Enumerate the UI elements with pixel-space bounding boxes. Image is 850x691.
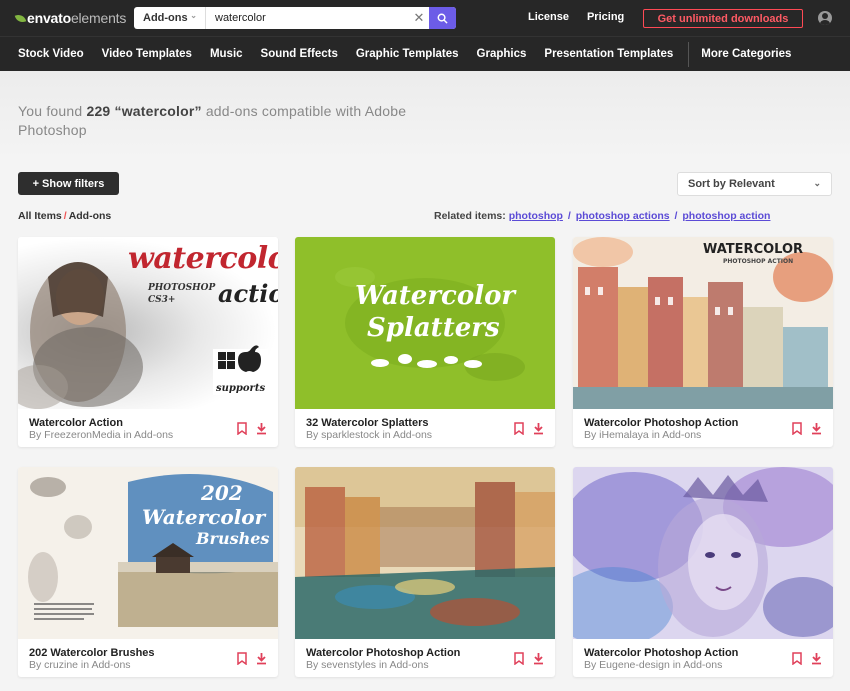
art-supports: supports: [216, 383, 266, 394]
results-prefix: You found: [18, 103, 83, 119]
results-hero: You found 229 “watercolor” add-ons compa…: [0, 71, 850, 161]
art-count: 202: [201, 481, 243, 505]
pricing-link[interactable]: Pricing: [587, 11, 624, 23]
related-link-photoshop-actions[interactable]: photoshop actions: [576, 210, 670, 222]
item-card[interactable]: Watercolor Photoshop Action By Eugene-de…: [573, 467, 833, 677]
related-separator: /: [671, 210, 681, 222]
item-title[interactable]: Watercolor Action: [29, 417, 123, 429]
nav-stock-video[interactable]: Stock Video: [18, 48, 84, 60]
envato-elements-logo[interactable]: envato elements: [14, 10, 127, 26]
related-link-photoshop[interactable]: photoshop: [509, 210, 563, 222]
related-separator: /: [564, 210, 574, 222]
art-title-watercolor: WATERCOLOR: [703, 242, 804, 257]
item-card[interactable]: 202 Watercolor Brushes 202 Watercolor Br…: [18, 467, 278, 677]
top-links: License Pricing: [528, 11, 642, 23]
item-card[interactable]: watercolor action PHOTOSHOP CS3+ support…: [18, 237, 278, 447]
clear-icon[interactable]: ✕: [409, 10, 429, 26]
art-title-brushes: Brushes: [196, 529, 270, 548]
item-author[interactable]: By cruzine in Add-ons: [29, 659, 131, 671]
item-thumbnail[interactable]: watercolor action PHOTOSHOP CS3+ support…: [18, 237, 278, 409]
art-title-splatters: Splatters: [367, 313, 500, 343]
nav-music[interactable]: Music: [210, 48, 243, 60]
venice-watercolor-art: [573, 237, 833, 409]
related-items: Related items: photoshop / photoshop act…: [434, 210, 770, 222]
item-thumbnail[interactable]: Watercolor Splatters: [295, 237, 555, 409]
item-title[interactable]: Watercolor Photoshop Action: [306, 647, 460, 659]
logo-subtext: elements: [70, 10, 127, 26]
item-card[interactable]: Watercolor Photoshop Action By sevenstyl…: [295, 467, 555, 677]
download-icon[interactable]: [811, 652, 822, 665]
art-title-action: action: [218, 279, 278, 308]
art-subtitle: PHOTOSHOP CS3+: [148, 283, 216, 305]
breadcrumb-all-items[interactable]: All Items: [18, 210, 62, 222]
results-summary: You found 229 “watercolor” add-ons compa…: [18, 102, 438, 140]
get-unlimited-downloads-button[interactable]: Get unlimited downloads: [643, 9, 803, 28]
art-title-watercolor: Watercolor: [142, 505, 266, 529]
user-icon[interactable]: [818, 11, 832, 25]
license-link[interactable]: License: [528, 11, 569, 23]
item-card[interactable]: Watercolor Splatters 32 Watercolor Splat…: [295, 237, 555, 447]
item-author[interactable]: By Eugene-design in Add-ons: [584, 659, 722, 671]
download-icon[interactable]: [533, 422, 544, 435]
item-card[interactable]: WATERCOLOR PHOTOSHOP ACTION Watercolor P…: [573, 237, 833, 447]
download-icon[interactable]: [811, 422, 822, 435]
portrait-watercolor-art: [573, 467, 833, 639]
breadcrumb: All Items / Add-ons: [18, 210, 111, 222]
item-author[interactable]: By sparklestock in Add-ons: [306, 429, 432, 441]
related-label: Related items:: [434, 210, 506, 222]
bookmark-icon[interactable]: [514, 652, 524, 665]
item-author[interactable]: By sevenstyles in Add-ons: [306, 659, 429, 671]
bookmark-icon[interactable]: [237, 422, 247, 435]
download-icon[interactable]: [256, 652, 267, 665]
sort-label: Sort by Relevant: [688, 178, 775, 190]
item-title[interactable]: 202 Watercolor Brushes: [29, 647, 155, 659]
bookmark-icon[interactable]: [237, 652, 247, 665]
search-icon: [437, 13, 448, 24]
nav-divider: [688, 41, 690, 67]
breadcrumb-current: Add-ons: [68, 210, 112, 222]
related-link-photoshop-action[interactable]: photoshop action: [682, 210, 770, 222]
nav-video-templates[interactable]: Video Templates: [102, 48, 192, 60]
bookmark-icon[interactable]: [792, 652, 802, 665]
nav-presentation-templates[interactable]: Presentation Templates: [544, 48, 673, 60]
leaf-icon: [14, 12, 27, 24]
show-filters-button[interactable]: + Show filters: [18, 172, 119, 195]
logo-text: envato: [27, 10, 71, 26]
bookmark-icon[interactable]: [514, 422, 524, 435]
sort-select[interactable]: Sort by Relevant ⌄: [677, 172, 832, 196]
nav-graphic-templates[interactable]: Graphic Templates: [356, 48, 459, 60]
search-category-select[interactable]: Add-ons ⌄: [134, 7, 206, 29]
breadcrumb-separator: /: [63, 210, 67, 222]
search-input[interactable]: [206, 7, 409, 29]
nav-more-categories[interactable]: More Categories: [701, 48, 791, 60]
item-thumbnail[interactable]: WATERCOLOR PHOTOSHOP ACTION: [573, 237, 833, 409]
item-thumbnail[interactable]: 202 Watercolor Brushes: [18, 467, 278, 639]
download-icon[interactable]: [533, 652, 544, 665]
nav-graphics[interactable]: Graphics: [477, 48, 527, 60]
results-count: 229: [86, 103, 111, 119]
item-title[interactable]: Watercolor Photoshop Action: [584, 647, 738, 659]
item-thumbnail[interactable]: [573, 467, 833, 639]
art-title-watercolor: Watercolor: [355, 281, 516, 311]
item-thumbnail[interactable]: [295, 467, 555, 639]
item-title[interactable]: Watercolor Photoshop Action: [584, 417, 738, 429]
chevron-down-icon: ⌄: [190, 11, 197, 20]
art-title-watercolor: watercolor: [128, 241, 278, 276]
art-subtitle: PHOTOSHOP ACTION: [723, 258, 794, 265]
item-author[interactable]: By iHemalaya in Add-ons: [584, 429, 701, 441]
category-nav: Stock Video Video Templates Music Sound …: [0, 36, 850, 71]
search-button[interactable]: [429, 7, 456, 29]
results-query: “watercolor”: [114, 103, 202, 119]
top-bar: envatoelements Add-ons ⌄ ✕ License Prici…: [0, 0, 850, 36]
bookmark-icon[interactable]: [792, 422, 802, 435]
canal-watercolor-art: [295, 467, 555, 639]
nav-sound-effects[interactable]: Sound Effects: [261, 48, 338, 60]
item-author[interactable]: By FreezeronMedia in Add-ons: [29, 429, 173, 441]
item-title[interactable]: 32 Watercolor Splatters: [306, 417, 428, 429]
download-icon[interactable]: [256, 422, 267, 435]
chevron-down-icon: ⌄: [813, 178, 821, 188]
search-category-label: Add-ons: [143, 12, 188, 24]
search-bar: Add-ons ⌄ ✕: [134, 7, 456, 29]
